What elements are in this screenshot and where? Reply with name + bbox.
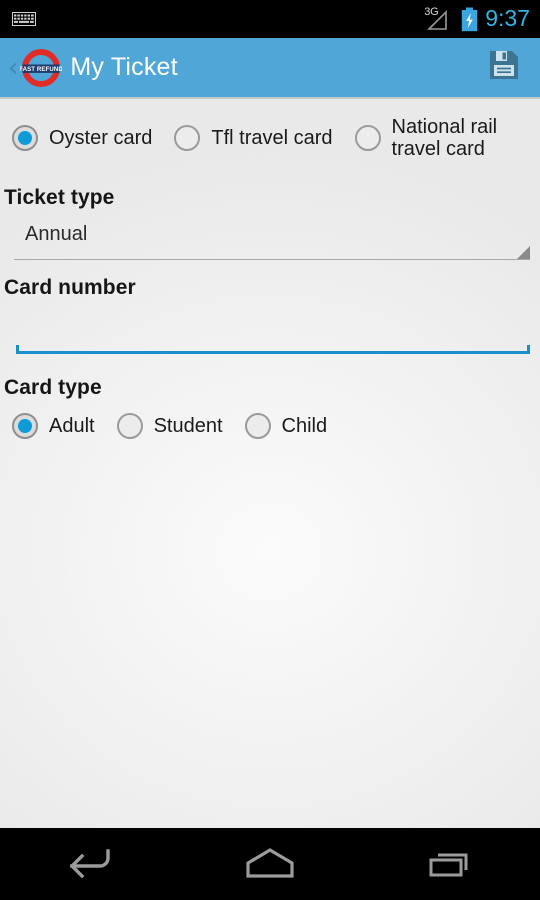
page-title: My Ticket [70, 53, 178, 81]
back-chevron-icon[interactable]: ‹ [4, 55, 20, 81]
radio-option-adult[interactable]: Adult [12, 413, 117, 439]
android-phone-screen: 3G 9:37 ‹ FAST REFUND My Ticket Oyster c… [0, 0, 540, 900]
signal-triangle-icon: 3G [424, 6, 454, 32]
radio-button-icon[interactable] [12, 125, 38, 151]
save-button[interactable] [482, 46, 526, 90]
status-bar: 3G 9:37 [0, 0, 540, 38]
card-type-radio-group: Adult Student Child [0, 400, 540, 452]
radio-option-tfl-travel-card[interactable]: Tfl travel card [174, 125, 354, 151]
focus-underline [16, 351, 530, 354]
card-number-field[interactable] [16, 314, 530, 354]
ticket-type-spinner[interactable]: Annual [14, 220, 530, 260]
radio-label: Student [153, 414, 223, 437]
radio-label: Tfl travel card [211, 126, 333, 149]
nav-back-button[interactable] [30, 833, 150, 895]
card-number-input[interactable] [20, 317, 526, 351]
system-navigation-bar [0, 828, 540, 900]
radio-button-icon[interactable] [354, 125, 381, 151]
card-type-label: Card type [4, 376, 102, 399]
radio-label: Adult [49, 414, 95, 437]
radio-option-student[interactable]: Student [116, 413, 245, 439]
ticket-type-label: Ticket type [4, 186, 115, 209]
radio-label: Child [281, 414, 328, 437]
status-bar-right: 3G 9:37 [424, 6, 530, 32]
nav-home-button[interactable] [210, 833, 330, 895]
nav-recents-button[interactable] [390, 833, 510, 895]
form-content: Oyster card Tfl travel card National rai… [0, 99, 540, 828]
nav-home-icon [242, 846, 298, 883]
radio-button-icon[interactable] [12, 413, 38, 439]
radio-label: National rail travel card [391, 115, 498, 160]
card-number-label: Card number [4, 276, 136, 299]
action-bar: ‹ FAST REFUND My Ticket [0, 38, 540, 99]
radio-button-icon[interactable] [174, 125, 201, 151]
dropdown-caret-icon[interactable] [517, 246, 530, 259]
fast-refund-roundel-logo: FAST REFUND [20, 47, 64, 89]
focus-tick-right [527, 345, 530, 354]
status-bar-left [12, 11, 36, 27]
save-floppy-icon [488, 49, 520, 86]
radio-button-icon[interactable] [116, 413, 143, 439]
battery-charging-icon [461, 7, 478, 32]
keyboard-icon [12, 11, 36, 27]
radio-option-child[interactable]: Child [244, 413, 350, 439]
radio-option-oyster-card[interactable]: Oyster card [12, 125, 174, 151]
radio-label: Oyster card [49, 126, 153, 149]
radio-button-icon[interactable] [244, 413, 271, 439]
status-bar-clock: 9:37 [485, 4, 530, 31]
svg-text:FAST REFUND: FAST REFUND [20, 65, 62, 72]
card-source-radio-group: Oyster card Tfl travel card National rai… [0, 112, 540, 164]
nav-back-icon [64, 846, 116, 883]
ticket-type-selected-value: Annual [25, 223, 88, 245]
radio-option-national-rail-travel-card[interactable]: National rail travel card [354, 115, 532, 161]
nav-recents-icon [424, 846, 476, 883]
